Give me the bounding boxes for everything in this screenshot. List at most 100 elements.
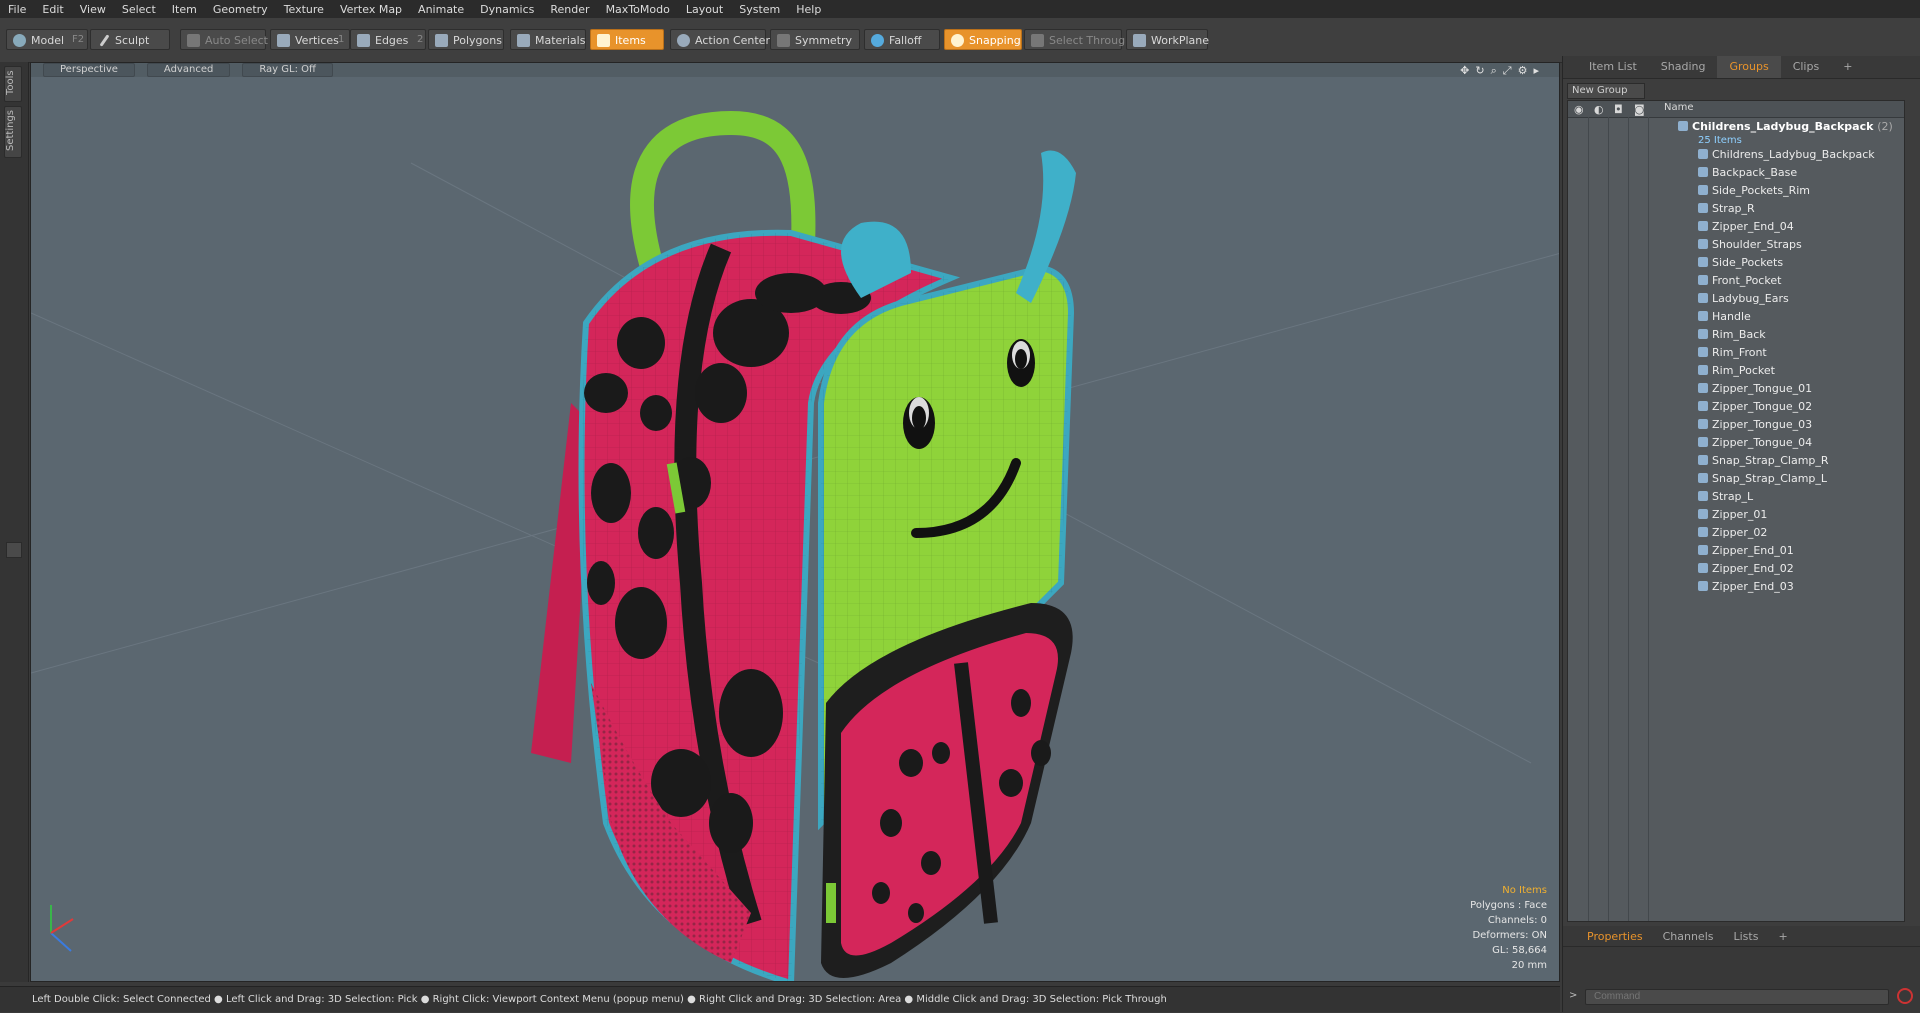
menu-edit[interactable]: Edit [34,3,71,16]
rotate-view-icon[interactable]: ↻ [1475,64,1484,78]
zoom-view-icon[interactable]: ⌕ [1491,64,1497,78]
polygons-icon [435,34,448,47]
list-item[interactable]: Shoulder_Straps [1698,236,1802,254]
status-bar: Left Double Click: Select Connected ● Le… [0,986,1560,1012]
select-icon[interactable]: ◙ [1634,103,1645,116]
menu-vertex-map[interactable]: Vertex Map [332,3,410,16]
list-item[interactable]: Rim_Front [1698,344,1767,362]
list-item[interactable]: Backpack_Base [1698,164,1797,182]
list-item[interactable]: Zipper_01 [1698,506,1767,524]
list-item[interactable]: Ladybug_Ears [1698,290,1789,308]
auto-select-button[interactable]: Auto Select [180,29,268,50]
scene [31,110,1559,981]
menu-maxtomodo[interactable]: MaxToModo [598,3,678,16]
materials-button[interactable]: Materials [510,29,586,50]
tab-shading[interactable]: Shading [1649,56,1718,78]
menu-system[interactable]: System [731,3,788,16]
gear-icon[interactable]: ⚙ [1518,64,1528,78]
symmetry-button[interactable]: Symmetry [770,29,860,50]
command-input[interactable] [1585,989,1889,1005]
tab-clips[interactable]: Clips [1781,56,1832,78]
menu-layout[interactable]: Layout [678,3,731,16]
polygons-button[interactable]: Polygons [428,29,504,50]
action-center-button[interactable]: Action Center [670,29,770,50]
list-item[interactable]: Strap_R [1698,200,1755,218]
group-list: ◉ ◐ ◘ ◙ Name Childrens_Ladybug_Backpack … [1567,100,1905,922]
perspective-dropdown[interactable]: Perspective [43,63,135,77]
mesh-icon [1698,221,1708,231]
list-item[interactable]: Rim_Back [1698,326,1766,344]
menu-dynamics[interactable]: Dynamics [472,3,542,16]
mesh-icon [1698,509,1708,519]
list-item[interactable]: Handle [1698,308,1751,326]
list-item[interactable]: Side_Pockets_Rim [1698,182,1810,200]
workplane-button[interactable]: WorkPlane [1126,29,1209,50]
items-button[interactable]: Items [590,29,664,50]
lock-icon[interactable]: ◘ [1614,103,1623,116]
snapping-button[interactable]: Snapping [944,29,1022,50]
play-icon[interactable]: ▸ [1533,64,1539,78]
menu-view[interactable]: View [72,3,114,16]
menu-item[interactable]: Item [164,3,205,16]
list-item[interactable]: Zipper_Tongue_03 [1698,416,1812,434]
menu-texture[interactable]: Texture [276,3,332,16]
list-item[interactable]: Zipper_End_02 [1698,560,1794,578]
list-item[interactable]: Snap_Strap_Clamp_L [1698,470,1827,488]
menu-render[interactable]: Render [542,3,597,16]
select-through-icon [1031,34,1044,47]
list-item[interactable]: Zipper_Tongue_04 [1698,434,1812,452]
edges-button[interactable]: Edges [350,29,426,50]
list-item[interactable]: Zipper_02 [1698,524,1767,542]
render-icon[interactable]: ◐ [1594,103,1604,116]
list-item[interactable]: Front_Pocket [1698,272,1781,290]
no-items-label: No Items [1502,885,1547,896]
menu-file[interactable]: File [0,3,34,16]
menu-geometry[interactable]: Geometry [205,3,276,16]
tab-item-list[interactable]: Item List [1577,56,1649,78]
select-through-button[interactable]: Select Through [1024,29,1132,50]
polygons-info: Polygons : Face [1470,900,1547,911]
list-item[interactable]: Zipper_End_03 [1698,578,1794,596]
list-item[interactable]: Childrens_Ladybug_Backpack [1698,146,1875,164]
tab-groups[interactable]: Groups [1717,56,1781,78]
eye-icon[interactable]: ◉ [1574,103,1584,116]
brush-icon [99,34,110,47]
list-item[interactable]: Zipper_Tongue_02 [1698,398,1812,416]
settings-tab[interactable]: Settings [4,106,22,158]
list-item[interactable]: Side_Pockets [1698,254,1783,272]
menu-help[interactable]: Help [788,3,829,16]
list-item[interactable]: Zipper_End_04 [1698,218,1794,236]
tab-properties[interactable]: Properties [1577,930,1653,943]
maximize-view-icon[interactable]: ⤢ [1503,64,1512,78]
panel-toggle[interactable] [6,542,22,558]
tab-lists[interactable]: Lists [1724,930,1769,943]
workplane-icon [1133,34,1146,47]
axis-gizmo [50,905,74,952]
tools-tab[interactable]: Tools [4,66,22,102]
shading-dropdown[interactable]: Advanced [146,63,231,77]
bottom-tabs: Properties Channels Lists + [1563,926,1920,947]
tab-channels[interactable]: Channels [1653,930,1724,943]
mesh-icon [1698,203,1708,213]
menu-select[interactable]: Select [114,3,164,16]
record-icon[interactable] [1897,988,1913,1004]
move-view-icon[interactable]: ✥ [1460,64,1469,78]
add-tab-icon[interactable]: + [1768,930,1797,943]
3d-viewport[interactable]: Perspective Advanced Ray GL: Off ✥ ↻ ⌕ ⤢… [30,62,1560,982]
mesh-icon [1698,473,1708,483]
channels-info: Channels: 0 [1487,915,1547,926]
list-item[interactable]: Rim_Pocket [1698,362,1775,380]
list-item[interactable]: Zipper_End_01 [1698,542,1794,560]
falloff-button[interactable]: Falloff [864,29,940,50]
mesh-icon [1698,365,1708,375]
list-item[interactable]: Zipper_Tongue_01 [1698,380,1812,398]
new-group-button[interactable]: New Group [1567,83,1645,99]
raygl-toggle[interactable]: Ray GL: Off [242,63,333,77]
list-item[interactable]: Strap_L [1698,488,1753,506]
action-center-icon [677,34,690,47]
menu-animate[interactable]: Animate [410,3,472,16]
add-tab-icon[interactable]: + [1831,56,1864,78]
mesh-icon [1698,185,1708,195]
list-item[interactable]: Snap_Strap_Clamp_R [1698,452,1829,470]
sculpt-button[interactable]: Sculpt [90,29,170,50]
